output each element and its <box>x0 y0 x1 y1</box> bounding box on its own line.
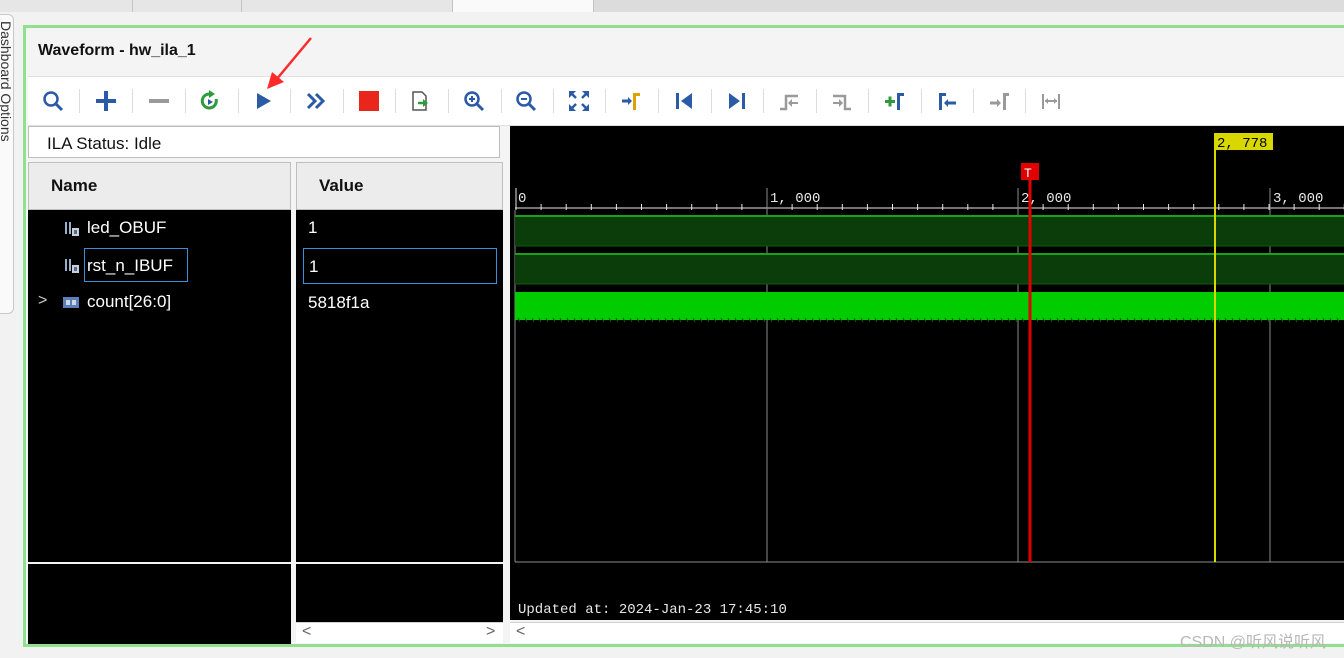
wave-led-obuf[interactable] <box>515 216 1344 246</box>
waveform-toolbar <box>28 76 1344 126</box>
signal-value: 1 <box>308 218 318 237</box>
signal-row-count[interactable]: > count[26:0] <box>38 291 198 315</box>
value-header-label: Value <box>319 176 364 195</box>
expand-chevron-icon[interactable]: > <box>38 292 47 310</box>
trigger-marker-label: T <box>1024 166 1032 181</box>
updated-at-text: Updated at: 2024-Jan-23 17:45:10 <box>518 602 787 618</box>
name-column-header[interactable]: Name <box>28 162 291 210</box>
export-icon[interactable] <box>408 89 432 113</box>
value-column-header[interactable]: Value <box>296 162 503 210</box>
scroll-left-icon[interactable]: < <box>516 623 525 641</box>
add-marker-icon[interactable] <box>882 89 906 113</box>
toolbar-separator <box>395 89 396 113</box>
next-marker-icon[interactable] <box>987 89 1011 113</box>
remove-icon[interactable] <box>147 89 171 113</box>
bit-signal-icon <box>65 222 79 236</box>
signal-value-list-footer <box>296 564 503 622</box>
editor-tab[interactable] <box>0 0 133 12</box>
toolbar-separator <box>921 89 922 113</box>
toolbar-separator <box>132 89 133 113</box>
bus-signal-icon <box>63 297 79 308</box>
scroll-right-icon[interactable]: > <box>486 623 495 641</box>
annotation-arrow-icon <box>267 37 312 89</box>
search-icon[interactable] <box>41 89 65 113</box>
toolbar-separator <box>658 89 659 113</box>
signal-row-led-obuf[interactable]: led_OBUF <box>60 217 180 241</box>
toolbar-separator <box>185 89 186 113</box>
watermark: CSDN @听风说听风 <box>1179 634 1326 651</box>
toolbar-separator <box>501 89 502 113</box>
toolbar-separator <box>816 89 817 113</box>
signal-name: led_OBUF <box>87 218 167 237</box>
toolbar-separator <box>238 89 239 113</box>
go-to-start-icon[interactable] <box>672 89 696 113</box>
signal-name-list-footer <box>28 564 291 644</box>
swap-cursors-icon[interactable] <box>1039 89 1063 113</box>
toolbar-separator <box>711 89 712 113</box>
toolbar-separator <box>1025 89 1026 113</box>
toolbar-separator <box>868 89 869 113</box>
toolbar-separator <box>553 89 554 113</box>
signal-value: 5818f1a <box>308 293 370 312</box>
ila-status-box: ILA Status: Idle <box>28 126 500 158</box>
stop-trigger-icon[interactable] <box>357 89 381 113</box>
previous-transition-icon[interactable] <box>777 89 801 113</box>
bit-signal-icon <box>65 259 79 273</box>
dashboard-options-tab[interactable]: Dashboard Options <box>0 14 14 314</box>
waveform-viewer[interactable]: 0 1, 000 2, 000 3, 000 T 2, 778 Updated … <box>510 126 1344 620</box>
zoom-fit-icon[interactable] <box>567 89 591 113</box>
toolbar-separator <box>79 89 80 113</box>
editor-tab-strip <box>0 0 1344 12</box>
waveform-canvas: 0 1, 000 2, 000 3, 000 T 2, 778 Updated … <box>514 133 1344 618</box>
add-icon[interactable] <box>94 89 118 113</box>
scroll-left-icon[interactable]: < <box>302 623 311 641</box>
toolbar-separator <box>763 89 764 113</box>
tick-label: 3, 000 <box>1273 191 1323 207</box>
toolbar-separator <box>448 89 449 113</box>
signal-value-selected[interactable]: 1 <box>303 248 497 284</box>
zoom-out-icon[interactable] <box>514 89 538 113</box>
toolbar-separator <box>973 89 974 113</box>
signal-name: rst_n_IBUF <box>87 256 173 275</box>
editor-tab-active[interactable] <box>453 0 594 12</box>
timeline-minor-ticks <box>515 204 1344 210</box>
name-header-label: Name <box>51 176 98 195</box>
auto-retrigger-icon[interactable] <box>198 89 222 113</box>
panel-title: Waveform - hw_ila_1 <box>38 42 196 59</box>
wave-count-bus[interactable] <box>515 292 1344 320</box>
editor-tab[interactable] <box>242 0 453 12</box>
editor-tab[interactable] <box>133 0 242 12</box>
go-to-cursor-icon[interactable] <box>619 89 643 113</box>
toolbar-separator <box>343 89 344 113</box>
zoom-in-icon[interactable] <box>462 89 486 113</box>
dashboard-options-label: Dashboard Options <box>0 21 14 142</box>
ila-status-text: ILA Status: Idle <box>47 134 162 153</box>
go-to-end-icon[interactable] <box>725 89 749 113</box>
value-horizontal-scrollbar[interactable]: < > <box>296 622 503 643</box>
previous-marker-icon[interactable] <box>935 89 959 113</box>
signal-name-selected[interactable]: rst_n_IBUF <box>84 248 188 282</box>
tick-label: 0 <box>518 191 526 207</box>
toolbar-separator <box>605 89 606 113</box>
cursor-label: 2, 778 <box>1217 136 1267 152</box>
signal-name: count[26:0] <box>87 292 172 311</box>
wave-rst-n-ibuf[interactable] <box>515 254 1344 284</box>
next-transition-icon[interactable] <box>830 89 854 113</box>
signal-value: 1 <box>309 257 319 276</box>
tick-label: 1, 000 <box>770 191 820 207</box>
